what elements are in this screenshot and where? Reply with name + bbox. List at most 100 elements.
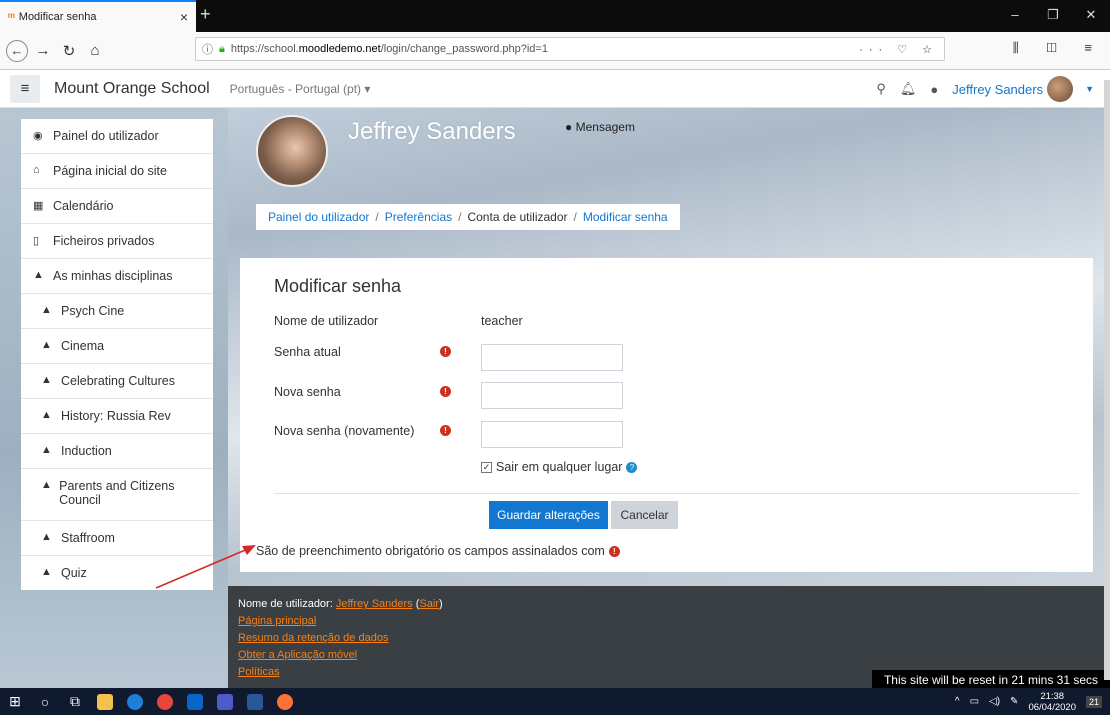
sidebar-item-label: Staffroom — [61, 531, 115, 545]
footer-user-link[interactable]: Jeffrey Sanders — [336, 598, 413, 610]
new-password-again-label: Nova senha (novamente) — [274, 424, 415, 438]
sidebar-item-dashboard[interactable]: ◉ Painel do utilizador — [21, 119, 213, 154]
browser-tab[interactable]: ᵐ Modificar senha × — [0, 0, 196, 32]
close-tab-icon[interactable]: × — [180, 9, 188, 25]
clock-date: 06/04/2020 — [1028, 701, 1076, 713]
sidebar-item-label: Parents and Citizens Council — [59, 479, 175, 507]
header-actions: ⚲ 🔔︎ ● Jeffrey Sanders ▼ — [876, 76, 1094, 102]
footer-link-policies[interactable]: Políticas — [238, 666, 280, 678]
footer-login-info: Nome de utilizador: Jeffrey Sanders (Sai… — [238, 598, 443, 610]
clock-time: 21:38 — [1040, 690, 1065, 702]
new-password-again-field[interactable] — [481, 421, 623, 448]
graduation-cap-icon: ▲ — [41, 339, 52, 351]
help-icon[interactable]: ? — [626, 461, 638, 473]
new-password-label: Nova senha — [274, 385, 341, 399]
breadcrumb: Painel do utilizador / Preferências / Co… — [256, 204, 680, 230]
language-menu[interactable]: Português - Portugal (pt) ▾ — [230, 82, 371, 96]
search-icon[interactable]: ⚲ — [876, 81, 886, 97]
back-icon[interactable]: ← — [6, 39, 28, 62]
outlook-icon[interactable] — [187, 693, 203, 710]
window-controls: – ❐ ✕ — [996, 0, 1110, 32]
site-name[interactable]: Mount Orange School — [54, 80, 210, 98]
file-explorer-icon[interactable] — [97, 693, 113, 710]
close-window-icon[interactable]: ✕ — [1072, 0, 1110, 32]
clock[interactable]: 21:38 06/04/2020 — [1028, 691, 1076, 713]
profile-name: Jeffrey Sanders — [348, 118, 516, 145]
sidebar-item-label: Página inicial do site — [53, 164, 167, 178]
menu-toggle-icon[interactable]: ≡ — [10, 74, 40, 103]
profile-picture[interactable] — [256, 115, 328, 187]
teams-icon[interactable] — [217, 693, 233, 710]
word-icon[interactable] — [247, 693, 263, 710]
sidebar-item-label: Celebrating Cultures — [61, 374, 175, 388]
library-icon[interactable]: ⫼ ◫ ≡ — [1013, 40, 1104, 56]
sidebar-item-course[interactable]: ▲ Induction — [21, 434, 213, 469]
forward-icon[interactable]: → — [32, 42, 54, 59]
new-password-field[interactable] — [481, 382, 623, 409]
network-icon[interactable]: ▭ — [970, 696, 979, 707]
username-value: teacher — [481, 314, 523, 328]
page-actions-icon[interactable]: ··· ♡ ☆ — [859, 43, 938, 56]
url-bar[interactable]: ⓘ 🔒︎ https://school. moodledemo.net/login… — [195, 37, 945, 61]
graduation-cap-icon: ▲ — [41, 531, 52, 543]
footer-user-prefix: Nome de utilizador: — [238, 598, 336, 610]
sidebar-item-label: Painel do utilizador — [53, 129, 159, 143]
edge-icon[interactable] — [127, 693, 143, 710]
task-view-icon[interactable]: ⧉ — [60, 693, 90, 710]
sidebar-item-course[interactable]: ▲ Cinema — [21, 329, 213, 364]
volume-icon[interactable]: ◁) — [989, 696, 1000, 707]
required-icon: ! — [608, 545, 620, 557]
annotation-arrow — [155, 545, 256, 589]
os-taskbar: ⊞ ○ ⧉ ^ ▭ ◁) ✎ 21:38 06/04/2020 21 — [0, 688, 1110, 715]
minimize-icon[interactable]: – — [996, 0, 1034, 32]
footer-link-mobile-app[interactable]: Obter a Aplicação móvel — [238, 649, 357, 661]
sidebar-item-course[interactable]: ▲ Parents and Citizens Council — [21, 469, 213, 521]
sidebar-item-my-courses[interactable]: ▲ As minhas disciplinas — [21, 259, 213, 294]
windows-start-icon[interactable]: ⊞ — [0, 693, 30, 710]
logout-everywhere-label: Sair em qualquer lugar — [496, 460, 623, 474]
home-icon[interactable]: ⌂ — [84, 42, 106, 59]
notification-center-icon[interactable]: 21 — [1085, 695, 1102, 708]
required-icon: ! — [440, 425, 451, 436]
scrollbar[interactable] — [1104, 80, 1110, 680]
sidebar-item-private-files[interactable]: ▯ Ficheiros privados — [21, 224, 213, 259]
sidebar-item-course[interactable]: ▲ Psych Cine — [21, 294, 213, 329]
file-icon: ▯ — [33, 235, 40, 247]
sidebar-item-site-home[interactable]: ⌂ Página inicial do site — [21, 154, 213, 189]
sidebar-item-calendar[interactable]: ▦ Calendário — [21, 189, 213, 224]
footer-logout-link[interactable]: Sair — [419, 598, 439, 610]
breadcrumb-item-preferences[interactable]: Preferências — [385, 210, 452, 224]
search-icon[interactable]: ○ — [30, 694, 60, 710]
breadcrumb-item-change-password[interactable]: Modificar senha — [583, 210, 668, 224]
messages-icon[interactable]: ● — [930, 82, 938, 97]
pen-icon[interactable]: ✎ — [1010, 696, 1018, 707]
sidebar-item-course[interactable]: ▲ History: Russia Rev — [21, 399, 213, 434]
save-button[interactable]: Guardar alterações — [489, 501, 608, 529]
notifications-icon[interactable]: 🔔︎ — [900, 81, 917, 97]
avatar — [1047, 76, 1074, 102]
current-password-field[interactable] — [481, 344, 623, 371]
footer-link-data-retention[interactable]: Resumo da retenção de dados — [238, 632, 388, 644]
graduation-cap-icon: ▲ — [41, 409, 52, 421]
footer-link-home[interactable]: Página principal — [238, 615, 316, 627]
reload-icon[interactable]: ↻ — [58, 42, 80, 60]
logout-everywhere-checkbox[interactable]: ✓ — [481, 461, 492, 473]
cancel-button[interactable]: Cancelar — [611, 501, 678, 529]
required-note-text: São de preenchimento obrigatório os camp… — [256, 544, 605, 558]
message-button[interactable]: ● Mensagem — [565, 120, 635, 134]
new-tab-icon[interactable]: + — [200, 4, 211, 25]
breadcrumb-item-dashboard[interactable]: Painel do utilizador — [268, 210, 369, 224]
user-menu[interactable]: Jeffrey Sanders ▼ — [952, 76, 1094, 102]
chevron-up-icon[interactable]: ^ — [955, 696, 960, 707]
graduation-cap-icon: ▲ — [33, 269, 44, 281]
graduation-cap-icon: ▲ — [41, 304, 52, 316]
chrome-icon[interactable] — [157, 693, 173, 710]
sidebar-item-course[interactable]: ▲ Celebrating Cultures — [21, 364, 213, 399]
username-label: Nome de utilizador — [274, 314, 379, 328]
sidebar-item-label: Cinema — [61, 339, 105, 353]
firefox-icon[interactable] — [277, 693, 293, 710]
info-icon[interactable]: ⓘ — [202, 41, 213, 57]
restore-icon[interactable]: ❐ — [1034, 0, 1072, 32]
divider — [274, 493, 1079, 494]
tab-title: Modificar senha — [18, 11, 97, 23]
